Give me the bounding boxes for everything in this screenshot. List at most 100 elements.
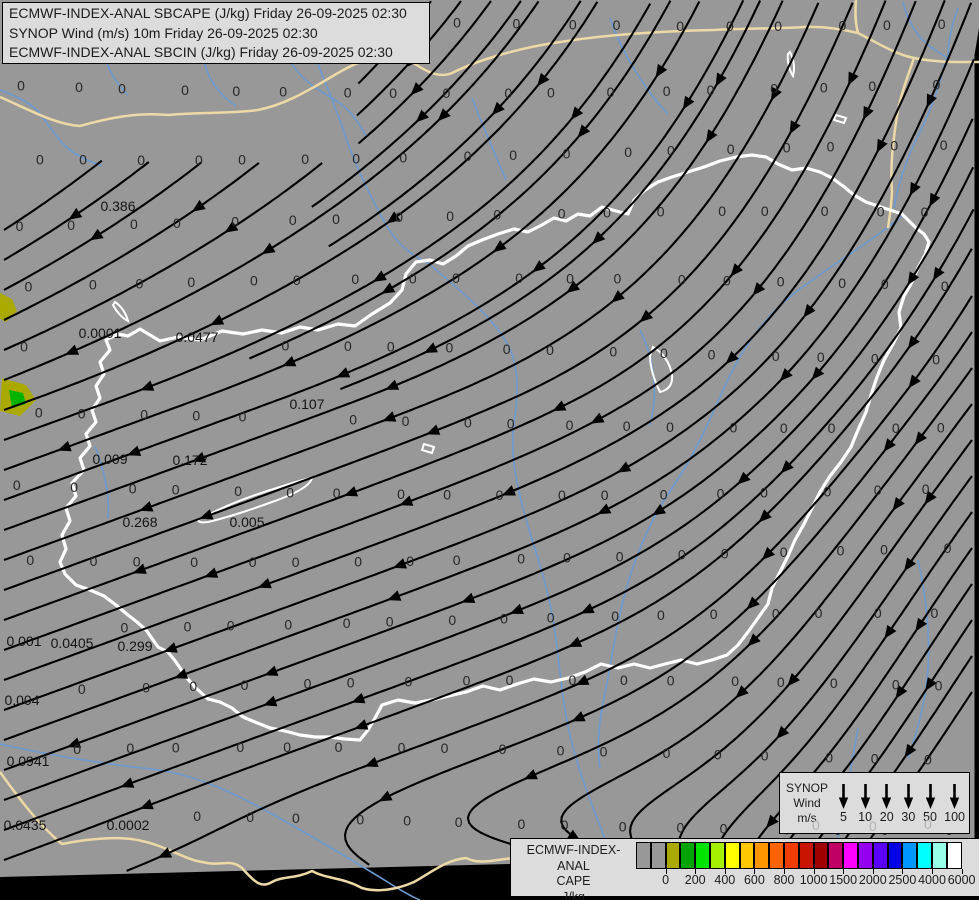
map-value-zero: 0 xyxy=(173,215,181,231)
cape-color-cell xyxy=(636,842,651,869)
map-value-zero: 0 xyxy=(676,18,684,34)
map-value-zero: 0 xyxy=(731,673,739,689)
map-value-zero: 0 xyxy=(678,547,686,563)
map-value-zero: 0 xyxy=(515,270,523,286)
map-value-zero: 0 xyxy=(78,405,86,421)
map-value-zero: 0 xyxy=(657,204,665,220)
map-value-zero: 0 xyxy=(79,152,87,168)
map-value-zero: 0 xyxy=(569,672,577,688)
cape-legend-parameter: CAPE xyxy=(556,874,591,888)
down-arrow-icon xyxy=(949,784,960,809)
map-value-zero: 0 xyxy=(609,344,617,360)
map-value-zero: 0 xyxy=(877,203,885,219)
cape-color-cell xyxy=(724,842,740,869)
map-value-zero: 0 xyxy=(569,17,577,33)
contour-label: 0.299 xyxy=(117,638,152,654)
map-value-zero: 0 xyxy=(730,420,738,436)
map-value-zero: 0 xyxy=(238,152,246,168)
map-value-zero: 0 xyxy=(399,150,407,166)
map-value-zero: 0 xyxy=(25,278,33,294)
cape-tick-label: 400 xyxy=(714,873,736,887)
cape-tick-label: 0 xyxy=(662,873,670,887)
wind-speed-item: 100 xyxy=(944,782,965,824)
title-line-sbcape: ECMWF-INDEX-ANAL SBCAPE (J/kg) Friday 26… xyxy=(9,5,407,21)
map-value-zero: 0 xyxy=(398,740,406,756)
map-value-zero: 0 xyxy=(714,746,722,762)
cape-color-cell xyxy=(739,842,755,869)
cape-color-cell xyxy=(887,842,903,869)
wind-legend-title: SYNOP xyxy=(785,780,828,795)
map-value-zero: 0 xyxy=(292,810,300,826)
cape-color-cell xyxy=(754,842,770,869)
map-value-zero: 0 xyxy=(293,272,301,288)
map-value-zero: 0 xyxy=(820,79,828,95)
map-value-zero: 0 xyxy=(73,741,81,757)
map-value-zero: 0 xyxy=(547,85,555,101)
cape-tick-label: 2000 xyxy=(858,873,887,887)
map-value-zero: 0 xyxy=(777,674,785,690)
map-value-zero: 0 xyxy=(395,209,403,225)
map-value-zero: 0 xyxy=(837,542,845,558)
map-value-zero: 0 xyxy=(603,205,611,221)
map-value-zero: 0 xyxy=(118,80,126,96)
map-value-zero: 0 xyxy=(517,551,525,567)
map-value-zero: 0 xyxy=(332,211,340,227)
map-value-zero: 0 xyxy=(464,415,472,431)
map-value-zero: 0 xyxy=(506,672,514,688)
contour-label: 0.0941 xyxy=(7,753,50,769)
map-value-zero: 0 xyxy=(352,150,360,166)
map-value-zero: 0 xyxy=(720,820,728,836)
map-value-zero: 0 xyxy=(566,270,574,286)
map-value-zero: 0 xyxy=(133,553,141,569)
map-value-zero: 0 xyxy=(821,203,829,219)
cape-tick-label: 6000 xyxy=(947,873,976,887)
map-value-zero: 0 xyxy=(667,143,675,159)
down-arrow-icon xyxy=(860,784,870,809)
map-value-zero: 0 xyxy=(938,16,946,32)
map-value-zero: 0 xyxy=(509,147,517,163)
map-value-zero: 0 xyxy=(16,218,24,234)
map-value-zero: 0 xyxy=(780,544,788,560)
map-value-zero: 0 xyxy=(493,207,501,223)
down-arrow-icon xyxy=(925,784,935,809)
map-value-zero: 0 xyxy=(351,271,359,287)
map-value-zero: 0 xyxy=(624,144,632,160)
map-value-zero: 0 xyxy=(881,276,889,292)
map-value-zero: 0 xyxy=(892,420,900,436)
map-value-zero: 0 xyxy=(344,85,352,101)
map-value-zero: 0 xyxy=(563,146,571,162)
cape-tick-label: 200 xyxy=(684,873,706,887)
cape-color-cell xyxy=(709,842,725,869)
map-value-zero: 0 xyxy=(446,340,454,356)
map-value-zero: 0 xyxy=(121,620,129,636)
map-value-zero: 0 xyxy=(941,278,949,294)
map-value-zero: 0 xyxy=(26,552,34,568)
map-value-zero: 0 xyxy=(283,739,291,755)
map-value-zero: 0 xyxy=(600,743,608,759)
map-value-zero: 0 xyxy=(301,151,309,167)
map-value-zero: 0 xyxy=(547,609,555,625)
map-value-zero: 0 xyxy=(507,416,515,432)
contour-label: 0.009 xyxy=(92,451,127,467)
map-value-zero: 0 xyxy=(619,818,627,834)
cape-color-cell xyxy=(783,842,799,869)
map-value-zero: 0 xyxy=(500,611,508,627)
map-value-zero: 0 xyxy=(727,141,735,157)
title-line-wind: SYNOP Wind (m/s) 10m Friday 26-09-2025 0… xyxy=(9,24,318,41)
contour-label: 0.004 xyxy=(4,692,39,708)
map-value-zero: 0 xyxy=(607,84,615,100)
cape-color-cell xyxy=(695,842,710,869)
map-value-zero: 0 xyxy=(890,138,898,154)
wind-speed-value: 100 xyxy=(944,810,965,824)
map-value-zero: 0 xyxy=(774,18,782,34)
map-value-zero: 0 xyxy=(868,78,876,94)
map-value-zero: 0 xyxy=(825,749,833,765)
map-canvas: 0 0 0 0 0 0 0 0 0 0 0 0 0 0 0 0 0 0 0 0 0 0 0 0 0 0 0 0 0 0 0 0 0 0 0 0 0 0 0 0… xyxy=(0,0,979,900)
map-value-zero: 0 xyxy=(772,605,780,621)
contour-label: 0.172 xyxy=(172,452,207,468)
map-value-zero: 0 xyxy=(282,337,290,353)
contour-label: 0.001 xyxy=(6,633,41,649)
weather-map-screenshot: 0 0 0 0 0 0 0 0 0 0 0 0 0 0 0 0 0 0 0 0 0 0 0 0 0 0 0 0 0 0 0 0 0 0 0 0 0 0 0 0… xyxy=(0,0,979,900)
map-value-zero: 0 xyxy=(452,270,460,286)
map-value-zero: 0 xyxy=(620,672,628,688)
